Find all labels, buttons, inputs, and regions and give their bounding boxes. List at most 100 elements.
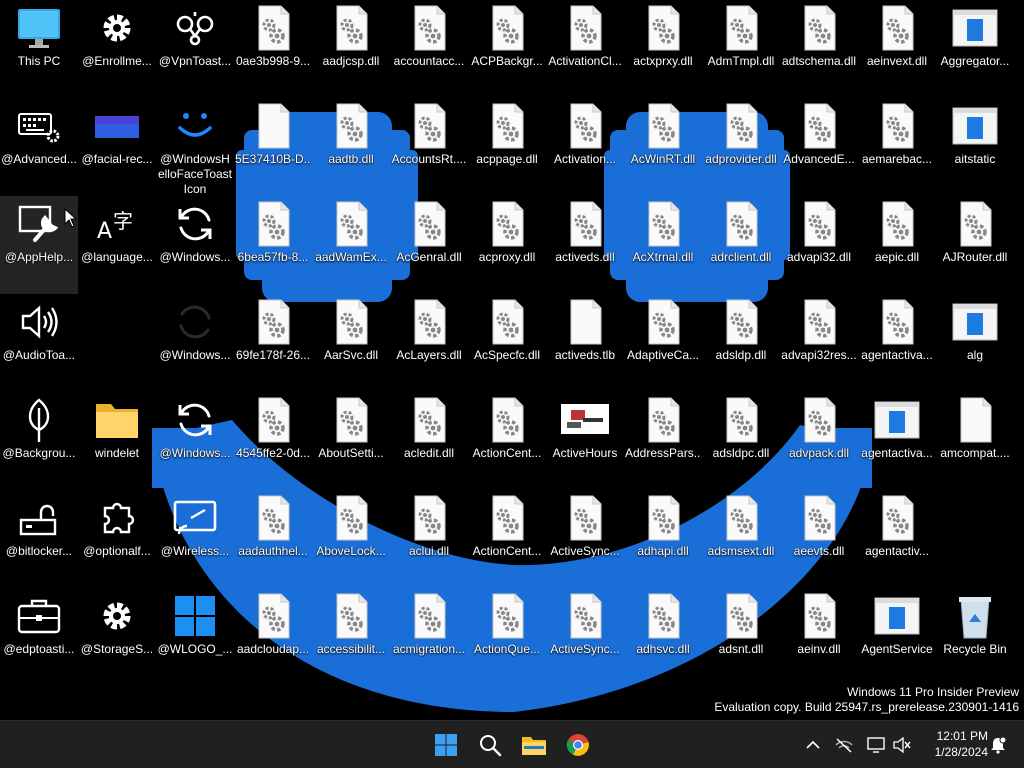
file-explorer-button[interactable]	[516, 727, 552, 763]
desktop-icon-acledit-dll[interactable]: acledit.dll	[390, 392, 468, 490]
desktop-icon-aarsvc-dll[interactable]: AarSvc.dll	[312, 294, 390, 392]
desktop-icon-aadauthhel[interactable]: aadauthhel...	[234, 490, 312, 588]
desktop-icon-advancede[interactable]: AdvancedE...	[780, 98, 858, 196]
desktop-icon-admtmpl-dll[interactable]: AdmTmpl.dll	[702, 0, 780, 98]
desktop-icon-bitlocker[interactable]: @bitlocker...	[0, 490, 78, 588]
desktop-icon-wlogo[interactable]: @WLOGO_...	[156, 588, 234, 686]
desktop-icon-this-pc[interactable]: This PC	[0, 0, 78, 98]
desktop-icon-activeds-dll[interactable]: activeds.dll	[546, 196, 624, 294]
desktop-icon-agentactiv[interactable]: agentactiv...	[858, 490, 936, 588]
desktop-icon-windows[interactable]: @Windows...	[156, 294, 234, 392]
desktop-icon-windelet[interactable]: windelet	[78, 392, 156, 490]
desktop-icon-edptoasti[interactable]: @edptoasti...	[0, 588, 78, 686]
desktop-icon-aclayers-dll[interactable]: AcLayers.dll	[390, 294, 468, 392]
desktop-icon-adaptiveca[interactable]: AdaptiveCa...	[624, 294, 702, 392]
desktop-icon-advapi32-dll[interactable]: advapi32.dll	[780, 196, 858, 294]
desktop-icon-aclui-dll[interactable]: aclui.dll	[390, 490, 468, 588]
desktop-icon-activesync[interactable]: ActiveSync...	[546, 490, 624, 588]
display-tray-button[interactable]	[866, 735, 886, 755]
bluebar-icon	[93, 102, 141, 150]
desktop-icon-aemarebac[interactable]: aemarebac...	[858, 98, 936, 196]
desktop-icon-acwinrt-dll[interactable]: AcWinRT.dll	[624, 98, 702, 196]
desktop-icon-storages[interactable]: @StorageS...	[78, 588, 156, 686]
network-status-button[interactable]	[834, 735, 854, 755]
desktop-icon-audiotoa[interactable]: @AudioToa...	[0, 294, 78, 392]
desktop-icon-actxprxy-dll[interactable]: actxprxy.dll	[624, 0, 702, 98]
desktop-icon-accessibilit[interactable]: accessibilit...	[312, 588, 390, 686]
desktop-icon-adhsvc-dll[interactable]: adhsvc.dll	[624, 588, 702, 686]
desktop-icon-aeevts-dll[interactable]: aeevts.dll	[780, 490, 858, 588]
desktop-icon-agentactiva[interactable]: agentactiva...	[858, 392, 936, 490]
desktop-icon-4545ffe2-0d[interactable]: 4545ffe2-0d...	[234, 392, 312, 490]
desktop-icon-acspecfc-dll[interactable]: AcSpecfc.dll	[468, 294, 546, 392]
volume-button[interactable]	[892, 735, 912, 755]
desktop-icon-ajrouter-dll[interactable]: AJRouter.dll	[936, 196, 1014, 294]
desktop-icon-69fe178f-26[interactable]: 69fe178f-26...	[234, 294, 312, 392]
desktop-icon-accountacc[interactable]: accountacc...	[390, 0, 468, 98]
desktop-icon-acpbackgr[interactable]: ACPBackgr...	[468, 0, 546, 98]
desktop-icon-abovelock[interactable]: AboveLock...	[312, 490, 390, 588]
desktop-icon-acgenral-dll[interactable]: AcGenral.dll	[390, 196, 468, 294]
desktop-icon-wireless[interactable]: @Wireless...	[156, 490, 234, 588]
desktop-icon-facial-rec[interactable]: @facial-rec...	[78, 98, 156, 196]
desktop-icon-activesync[interactable]: ActiveSync...	[546, 588, 624, 686]
desktop-icon-advpack-dll[interactable]: advpack.dll	[780, 392, 858, 490]
desktop-icon-activehours[interactable]: ActiveHours	[546, 392, 624, 490]
desktop-icon-acmigration[interactable]: acmigration...	[390, 588, 468, 686]
desktop-icon-acproxy-dll[interactable]: acproxy.dll	[468, 196, 546, 294]
desktop-icon-adrclient-dll[interactable]: adrclient.dll	[702, 196, 780, 294]
desktop-icon-adtschema-dll[interactable]: adtschema.dll	[780, 0, 858, 98]
show-hidden-icons-button[interactable]	[803, 735, 823, 755]
search-button[interactable]	[472, 727, 508, 763]
desktop-icon-adsldp-dll[interactable]: adsldp.dll	[702, 294, 780, 392]
desktop-icon-windows[interactable]: @Windows...	[156, 392, 234, 490]
desktop-icon-adsldpc-dll[interactable]: adsldpc.dll	[702, 392, 780, 490]
desktop-icon-5e37410b-d[interactable]: 5E37410B-D...	[234, 98, 312, 196]
desktop-icon-aadtb-dll[interactable]: aadtb.dll	[312, 98, 390, 196]
desktop-icon-acxtrnal-dll[interactable]: AcXtrnal.dll	[624, 196, 702, 294]
desktop-icon-advanced[interactable]: @Advanced...	[0, 98, 78, 196]
desktop-icon-amcompat[interactable]: amcompat....	[936, 392, 1014, 490]
desktop-icon-aeinvext-dll[interactable]: aeinvext.dll	[858, 0, 936, 98]
start-button[interactable]	[428, 727, 464, 763]
desktop-icon-windows[interactable]: @Windows...	[156, 196, 234, 294]
desktop-icon-aeinv-dll[interactable]: aeinv.dll	[780, 588, 858, 686]
desktop-icon-0ae3b998-9[interactable]: 0ae3b998-9...	[234, 0, 312, 98]
desktop-icon-activationcl[interactable]: ActivationCl...	[546, 0, 624, 98]
desktop-icon-acppage-dll[interactable]: acppage.dll	[468, 98, 546, 196]
desktop-icon-adsnt-dll[interactable]: adsnt.dll	[702, 588, 780, 686]
desktop-icon-aadjcsp-dll[interactable]: aadjcsp.dll	[312, 0, 390, 98]
desktop-icon-language[interactable]: A 字 @language...	[78, 196, 156, 294]
desktop-icon-recycle-bin[interactable]: Recycle Bin	[936, 588, 1014, 686]
desktop-icon-aadcloudap[interactable]: aadcloudap...	[234, 588, 312, 686]
taskbar-clock[interactable]: 12:01 PM 1/28/2024	[935, 728, 988, 760]
desktop-icon-actioncent[interactable]: ActionCent...	[468, 392, 546, 490]
desktop-icon-vpntoast[interactable]: @VpnToast...	[156, 0, 234, 98]
desktop-icon-adhapi-dll[interactable]: adhapi.dll	[624, 490, 702, 588]
desktop-icon-alg[interactable]: alg	[936, 294, 1014, 392]
desktop-icon-6bea57fb-8[interactable]: 6bea57fb-8...	[234, 196, 312, 294]
desktop-icon-adsmsext-dll[interactable]: adsmsext.dll	[702, 490, 780, 588]
desktop-icon-aggregator[interactable]: Aggregator...	[936, 0, 1014, 98]
desktop-icon-enrollme[interactable]: @Enrollme...	[78, 0, 156, 98]
desktop-icon-agentservice[interactable]: AgentService	[858, 588, 936, 686]
desktop-icon-addresspars[interactable]: AddressPars...	[624, 392, 702, 490]
desktop-icon-optionalf[interactable]: @optionalf...	[78, 490, 156, 588]
desktop-icon-aepic-dll[interactable]: aepic.dll	[858, 196, 936, 294]
desktop-icon-actionque[interactable]: ActionQue...	[468, 588, 546, 686]
desktop-icon-accountsrt[interactable]: AccountsRt....	[390, 98, 468, 196]
desktop-icon-activeds-tlb[interactable]: activeds.tlb	[546, 294, 624, 392]
desktop-icon-aadwamex[interactable]: aadWamEx...	[312, 196, 390, 294]
desktop-icon-activation[interactable]: Activation...	[546, 98, 624, 196]
desktop-icon-aitstatic[interactable]: aitstatic	[936, 98, 1014, 196]
desktop-icon-backgrou[interactable]: @Backgrou...	[0, 392, 78, 490]
notification-center-button[interactable]	[988, 735, 1008, 755]
desktop-icon-agentactiva[interactable]: agentactiva...	[858, 294, 936, 392]
chrome-button[interactable]	[560, 727, 596, 763]
desktop-icon-actioncent[interactable]: ActionCent...	[468, 490, 546, 588]
desktop-icon-windowshellofacetoasticon[interactable]: @WindowsHelloFaceToastIcon	[156, 98, 234, 196]
desktop-icon-label: @Enrollme...	[82, 54, 152, 68]
desktop-icon-advapi32res[interactable]: advapi32res...	[780, 294, 858, 392]
desktop-icon-aboutsetti[interactable]: AboutSetti...	[312, 392, 390, 490]
desktop-icon-adprovider-dll[interactable]: adprovider.dll	[702, 98, 780, 196]
